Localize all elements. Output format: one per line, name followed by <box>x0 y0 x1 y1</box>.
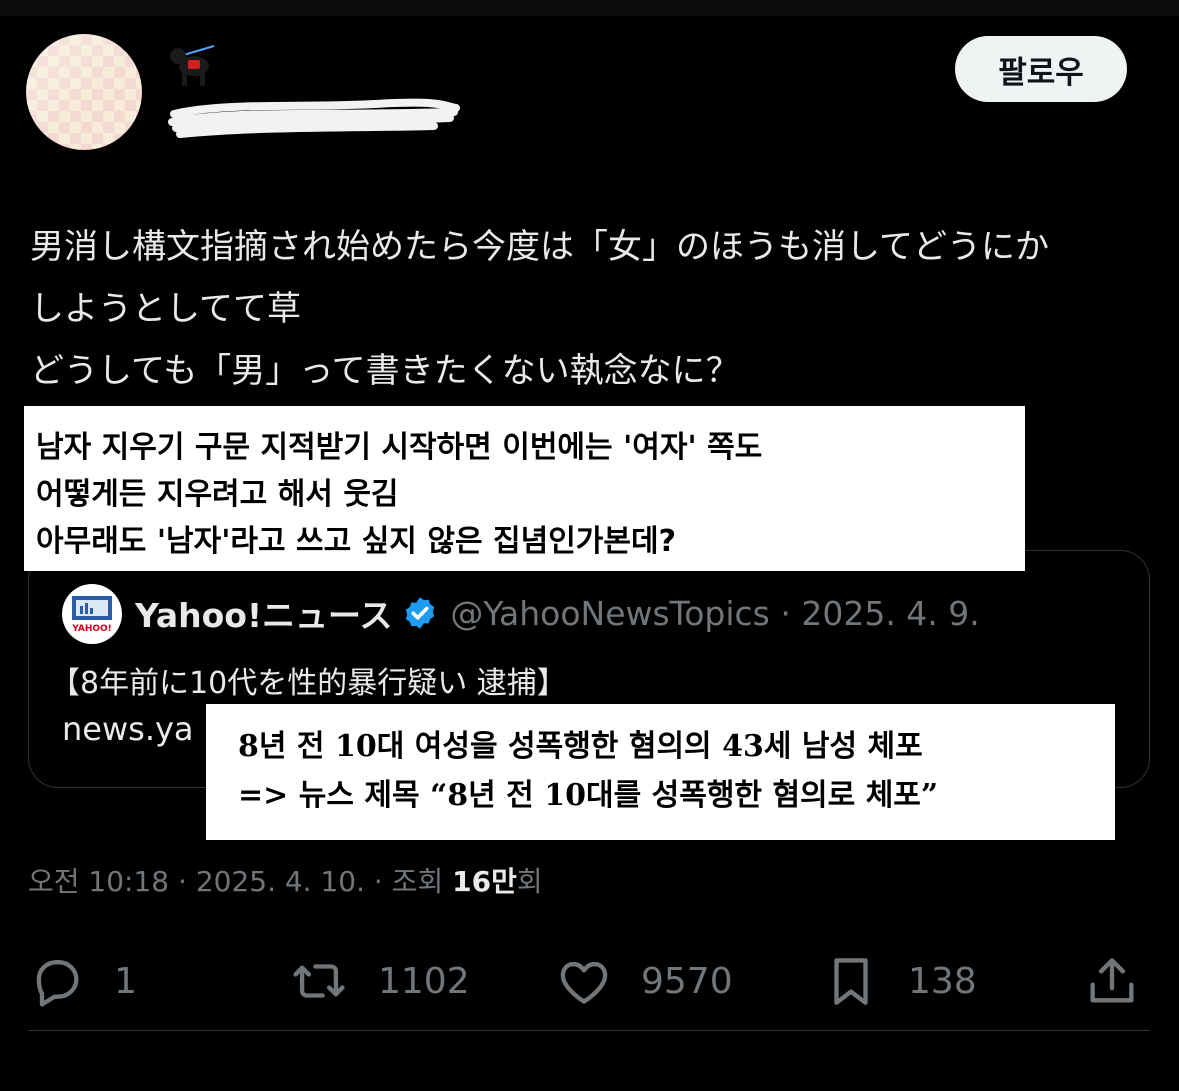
retweet-icon <box>293 964 345 998</box>
views-count: 16만 <box>452 865 517 898</box>
overlay-line: 8년 전 10대 여성을 성폭행한 혐의의 43세 남성 체포 <box>238 729 923 764</box>
quote-header: Yahoo!ニュース @YahooNewsTopics · 2025. 4. 9… <box>135 588 980 638</box>
reply-count: 1 <box>114 960 137 1002</box>
retweet-button[interactable]: 1102 <box>290 950 470 1012</box>
overlay-line: 어떻게든 지우려고 해서 웃김 <box>36 477 399 512</box>
tweet-timestamp[interactable]: 오전 10:18 · 2025. 4. 10. · 조회 <box>28 865 452 898</box>
share-button[interactable] <box>1083 950 1141 1012</box>
yahoo-news-logo: YAHOO! <box>62 584 122 644</box>
translation-overlay-bottom: 8년 전 10대 여성을 성폭행한 혐의의 43세 남성 체포 => 뉴스 제목… <box>206 704 1115 840</box>
like-button[interactable]: 9570 <box>555 950 733 1012</box>
bookmark-count: 138 <box>908 960 977 1002</box>
bookmark-button[interactable]: 138 <box>822 950 977 1012</box>
tweet-text-line: どうしても「男」って書きたくない執念なに？ <box>30 351 740 391</box>
heart-icon <box>560 961 608 1004</box>
quote-author-name[interactable]: Yahoo!ニュース <box>135 589 392 637</box>
tweet-actions: 1 1102 9570 138 <box>0 950 1179 1012</box>
views-suffix: 회 <box>516 865 543 898</box>
tweet-text-line: 男消し構文指摘され始めたら今度は「女」のほうも消してどうにか <box>30 227 1049 267</box>
overlay-line: 아무래도 '남자'라고 쓰고 싶지 않은 집념인가본데? <box>36 524 676 559</box>
overlay-line: => 뉴스 제목 “8년 전 10대를 성폭행한 혐의로 체포” <box>238 778 939 813</box>
reply-button[interactable]: 1 <box>28 950 137 1012</box>
bookmark-icon <box>834 958 868 1005</box>
divider <box>28 1030 1150 1031</box>
translation-overlay-top: 남자 지우기 구문 지적받기 시작하면 이번에는 '여자' 쪽도 어떻게든 지우… <box>24 406 1025 571</box>
avatar[interactable] <box>26 34 142 150</box>
follow-button[interactable]: 팔로우 <box>955 36 1127 102</box>
dog-with-red-bag-icon <box>170 45 215 86</box>
retweet-count: 1102 <box>378 960 470 1002</box>
reply-icon <box>36 959 79 1007</box>
tweet-meta: 오전 10:18 · 2025. 4. 10. · 조회 16만회 <box>28 860 543 900</box>
like-count: 9570 <box>641 960 733 1002</box>
verified-badge-icon <box>406 597 435 629</box>
quote-handle-date: @YahooNewsTopics · 2025. 4. 9. <box>450 593 980 633</box>
tweet-text-line: しようとしてて草 <box>30 289 301 329</box>
share-icon <box>1090 958 1134 1003</box>
svg-text:YAHOO!: YAHOO! <box>71 624 112 634</box>
quote-link[interactable]: news.ya <box>62 710 194 748</box>
tweet-text: 男消し構文指摘され始めたら今度は「女」のほうも消してどうにか しようとしてて草 … <box>30 216 1160 402</box>
quote-headline: 【8年前に10代を性的暴行疑い 逮捕】 <box>50 666 567 701</box>
status-bar-strip <box>0 0 1179 16</box>
redacted-handle-scribble <box>168 98 460 138</box>
overlay-line: 남자 지우기 구문 지적받기 시작하면 이번에는 '여자' 쪽도 <box>36 430 763 465</box>
